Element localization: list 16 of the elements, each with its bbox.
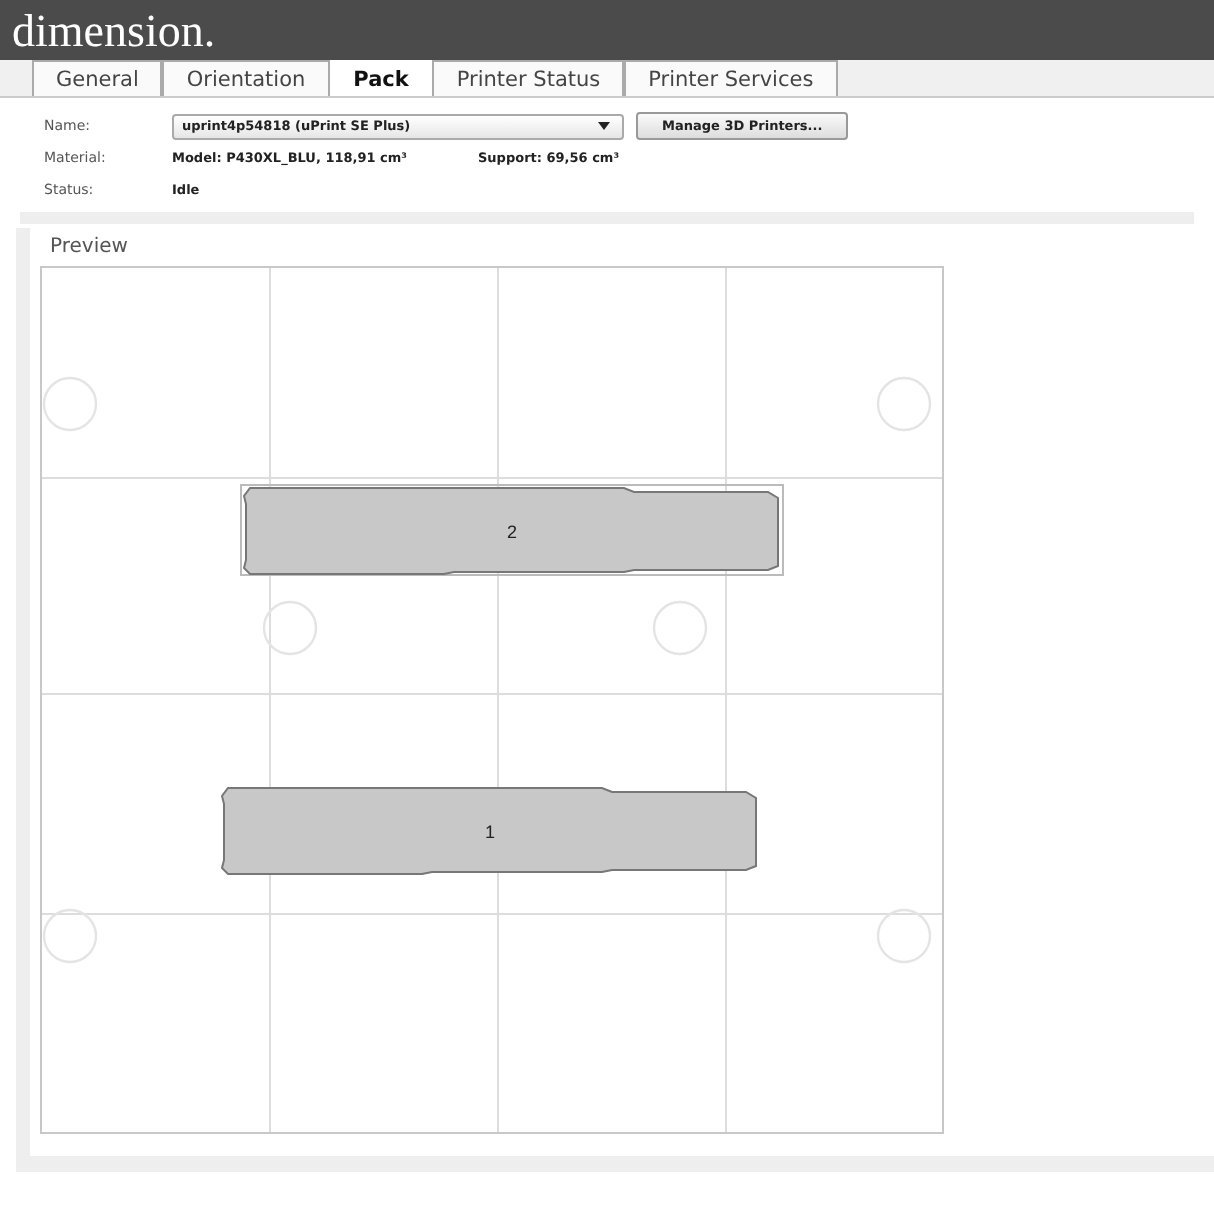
caret-icon: [598, 122, 610, 130]
section-title: Preview: [50, 236, 130, 262]
tab[interactable]: General: [32, 60, 163, 96]
circle-mark: [262, 600, 318, 656]
tab[interactable]: Pack: [329, 60, 433, 96]
tab[interactable]: Printer Status: [432, 60, 625, 96]
circle-mark: [652, 600, 708, 656]
part-shape[interactable]: 2: [240, 484, 784, 576]
tab[interactable]: Orientation: [162, 60, 330, 96]
circle-mark: [42, 376, 98, 432]
circle-mark: [42, 908, 98, 964]
tab[interactable]: Printer Services: [624, 60, 838, 96]
circle-mark: [876, 376, 932, 432]
logo: dimension.: [12, 4, 216, 60]
circle-mark: [876, 908, 932, 964]
part-shape[interactable]: 1: [220, 787, 757, 875]
